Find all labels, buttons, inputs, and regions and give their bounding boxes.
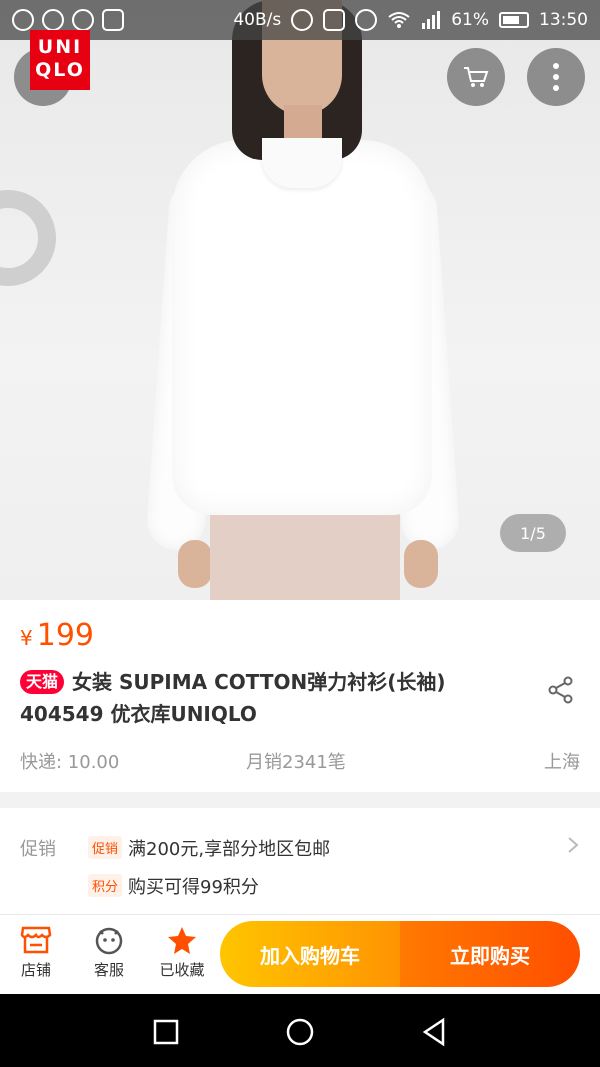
- promo-text: 满200元,享部分地区包邮: [128, 839, 331, 860]
- status-bar: 40B/s 61% 13:50: [0, 0, 600, 40]
- favorited-label: 已收藏: [159, 961, 205, 979]
- star-icon: [168, 927, 196, 954]
- uniqlo-logo: UNI QLO: [30, 30, 90, 90]
- promotion-label: 促销: [20, 839, 56, 860]
- product-image-carousel[interactable]: [0, 0, 600, 600]
- wifi-icon: [388, 12, 410, 28]
- status-left-icons: [12, 9, 124, 31]
- product-detail-screen: 40B/s 61% 13:50 UNI QLO 1/5 ¥ 199 天猫 女装 S…: [0, 0, 600, 1067]
- price-value: 199: [36, 618, 94, 653]
- logo-line-1: UNI: [37, 36, 83, 58]
- favorite-button[interactable]: 已收藏: [152, 925, 212, 980]
- more-vertical-icon: [553, 63, 559, 91]
- customer-service-button[interactable]: 客服: [79, 925, 139, 980]
- battery-percent: 61%: [451, 10, 489, 30]
- decorative-ring: [0, 190, 56, 286]
- hd-icon: [323, 9, 346, 31]
- share-icon[interactable]: [548, 676, 574, 704]
- alipay-icon: [42, 9, 64, 31]
- model-pants: [210, 500, 400, 600]
- store-icon: [20, 926, 52, 954]
- store-label: 店铺: [20, 961, 51, 979]
- points-text: 购买可得99积分: [128, 877, 259, 898]
- signal-icon: [422, 11, 441, 29]
- price: ¥ 199: [20, 618, 94, 653]
- promotion-section[interactable]: [0, 808, 600, 914]
- buy-now-button[interactable]: 立即购买: [400, 921, 580, 987]
- add-to-cart-button[interactable]: 加入购物车: [220, 921, 400, 987]
- notification-icon: [72, 9, 94, 31]
- eye-icon: [355, 9, 378, 31]
- store-button[interactable]: 店铺: [6, 925, 66, 980]
- weibo-icon: [12, 9, 34, 31]
- logo-line-2: QLO: [35, 59, 85, 81]
- home-icon[interactable]: [282, 1014, 318, 1050]
- cart-button[interactable]: [447, 48, 505, 106]
- clock: 13:50: [539, 10, 588, 30]
- status-right-icons: 40B/s 61% 13:50: [233, 9, 588, 31]
- net-speed: 40B/s: [233, 10, 282, 30]
- app-icon: [102, 9, 124, 31]
- image-page-indicator: 1/5: [500, 514, 566, 552]
- more-button[interactable]: [527, 48, 585, 106]
- currency-symbol: ¥: [20, 626, 33, 650]
- tmall-badge: 天猫: [20, 670, 65, 694]
- model-left-hand: [178, 540, 212, 588]
- ship-from-location: 上海: [544, 752, 580, 773]
- back-triangle-icon[interactable]: [416, 1014, 452, 1050]
- product-title-text: 女装 SUPIMA COTTON弹力衬衫(长袖) 404549 优衣库UNIQL…: [20, 670, 446, 726]
- points-tag: 积分: [88, 874, 123, 897]
- battery-icon: [499, 12, 529, 28]
- service-icon: [95, 927, 123, 955]
- service-label: 客服: [93, 961, 124, 979]
- cart-icon: [464, 67, 489, 87]
- promo-tag: 促销: [88, 836, 123, 859]
- monthly-sales: 月销2341笔: [246, 752, 346, 773]
- recent-apps-icon[interactable]: [148, 1014, 184, 1050]
- product-title: 天猫 女装 SUPIMA COTTON弹力衬衫(长袖) 404549 优衣库UNI…: [20, 666, 520, 730]
- alarm-icon: [291, 9, 314, 31]
- model-right-hand: [404, 540, 438, 588]
- shipping-fee: 快递: 10.00: [20, 752, 120, 773]
- model-shirt: [172, 140, 432, 515]
- shirt-collar: [262, 138, 342, 188]
- chevron-right-icon: [568, 837, 579, 853]
